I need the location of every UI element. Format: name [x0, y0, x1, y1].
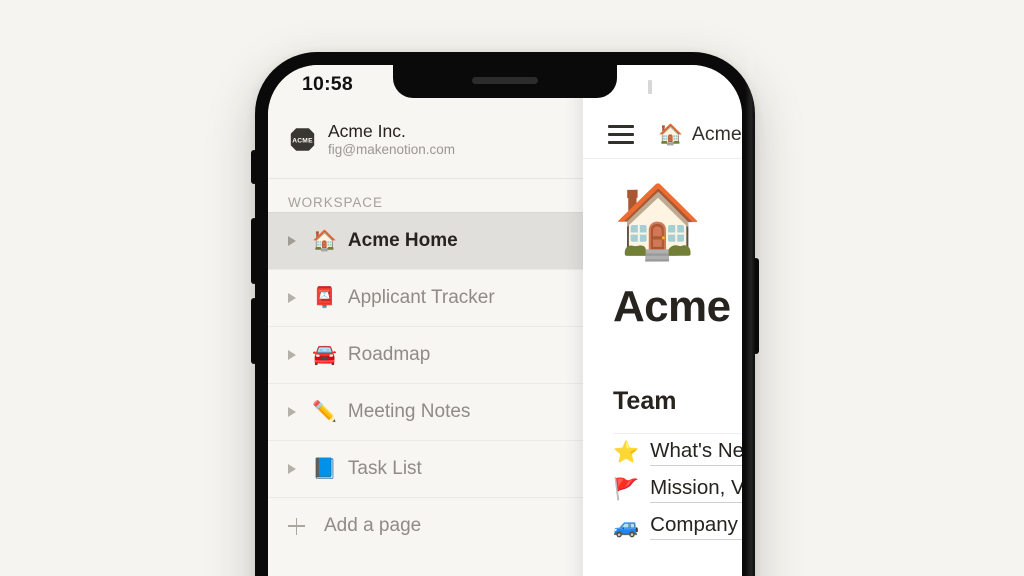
- workspace-name: Acme Inc.: [328, 121, 406, 141]
- page-link-label: Company G: [650, 513, 742, 540]
- page-body: 🏠 Acme H Team ⭐ What's New 🚩 Mission, Vi…: [583, 159, 742, 576]
- pencil-emoji: ✏️: [312, 401, 337, 423]
- plus-icon: [288, 517, 305, 535]
- display-notch: [393, 65, 617, 98]
- page-link-whats-new[interactable]: ⭐ What's New: [613, 434, 742, 471]
- page-link-label: Mission, Vis: [650, 476, 742, 503]
- postbox-emoji: 📮: [312, 287, 337, 309]
- speaker-grille: [472, 77, 538, 84]
- sidebar-item-meeting-notes[interactable]: ✏️ Meeting Notes: [268, 383, 588, 440]
- chevron-right-icon[interactable]: [288, 350, 296, 360]
- oncoming-car-emoji: 🚘: [312, 344, 337, 366]
- sidebar-item-roadmap[interactable]: 🚘 Roadmap: [268, 326, 588, 383]
- breadcrumb[interactable]: 🏠 Acme Ho: [658, 123, 742, 146]
- page-link-label: What's New: [650, 439, 742, 466]
- silent-switch-button[interactable]: [251, 150, 257, 184]
- house-emoji: 🏠: [312, 230, 337, 252]
- breadcrumb-label: Acme Ho: [691, 123, 742, 145]
- sidebar-item-label: Task List: [347, 458, 422, 479]
- workspace-meta: Acme Inc. fig@makenotion.com: [328, 121, 455, 158]
- sidebar: ACME Acme Inc. fig@makenotion.com WORKSP…: [268, 65, 588, 576]
- content-panel: 🏠 Acme Ho 🏠 Acme H Team ⭐ What's New: [583, 65, 742, 576]
- chevron-right-icon[interactable]: [288, 236, 296, 246]
- workspace-email: fig@makenotion.com: [328, 142, 456, 157]
- hamburger-menu-icon[interactable]: [608, 125, 634, 144]
- star-emoji: ⭐: [613, 441, 640, 464]
- add-page-button[interactable]: Add a page: [268, 497, 588, 554]
- page-title[interactable]: Acme H: [613, 282, 742, 332]
- sidebar-item-label: Applicant Tracker: [347, 287, 495, 308]
- screenshot-stage: 10:58 ACME Acme Inc. fig@makenotion.com …: [0, 0, 1024, 576]
- phone-screen: 10:58 ACME Acme Inc. fig@makenotion.com …: [268, 65, 742, 576]
- sidebar-item-acme-home[interactable]: 🏠 Acme Home: [268, 212, 588, 269]
- chevron-right-icon[interactable]: [288, 293, 296, 303]
- add-page-label: Add a page: [324, 515, 422, 536]
- volume-up-button[interactable]: [251, 218, 257, 284]
- acme-logo-icon: ACME: [288, 125, 317, 154]
- section-heading-team: Team: [613, 387, 677, 415]
- blue-book-emoji: 📘: [312, 458, 337, 480]
- page-icon-house-emoji[interactable]: 🏠: [613, 186, 742, 268]
- svg-text:ACME: ACME: [292, 138, 313, 145]
- sidebar-item-task-list[interactable]: 📘 Task List: [268, 440, 588, 497]
- recreational-vehicle-emoji: 🚙: [613, 515, 640, 538]
- sidebar-item-label: Meeting Notes: [347, 401, 471, 422]
- sidebar-section-label: WORKSPACE: [288, 195, 383, 210]
- phone-device: 10:58 ACME Acme Inc. fig@makenotion.com …: [251, 52, 759, 576]
- sidebar-item-label: Roadmap: [347, 344, 431, 365]
- power-button[interactable]: [753, 258, 759, 354]
- sidebar-item-applicant-tracker[interactable]: 📮 Applicant Tracker: [268, 269, 588, 326]
- sidebar-item-label: Acme Home: [347, 230, 458, 251]
- chevron-right-icon[interactable]: [288, 407, 296, 417]
- volume-down-button[interactable]: [251, 298, 257, 364]
- house-emoji: 🏠: [658, 123, 683, 146]
- triangular-flag-emoji: 🚩: [613, 478, 640, 501]
- chevron-right-icon[interactable]: [288, 464, 296, 474]
- page-link-mission-vision[interactable]: 🚩 Mission, Vis: [613, 471, 742, 508]
- page-link-company-goals[interactable]: 🚙 Company G: [613, 508, 742, 545]
